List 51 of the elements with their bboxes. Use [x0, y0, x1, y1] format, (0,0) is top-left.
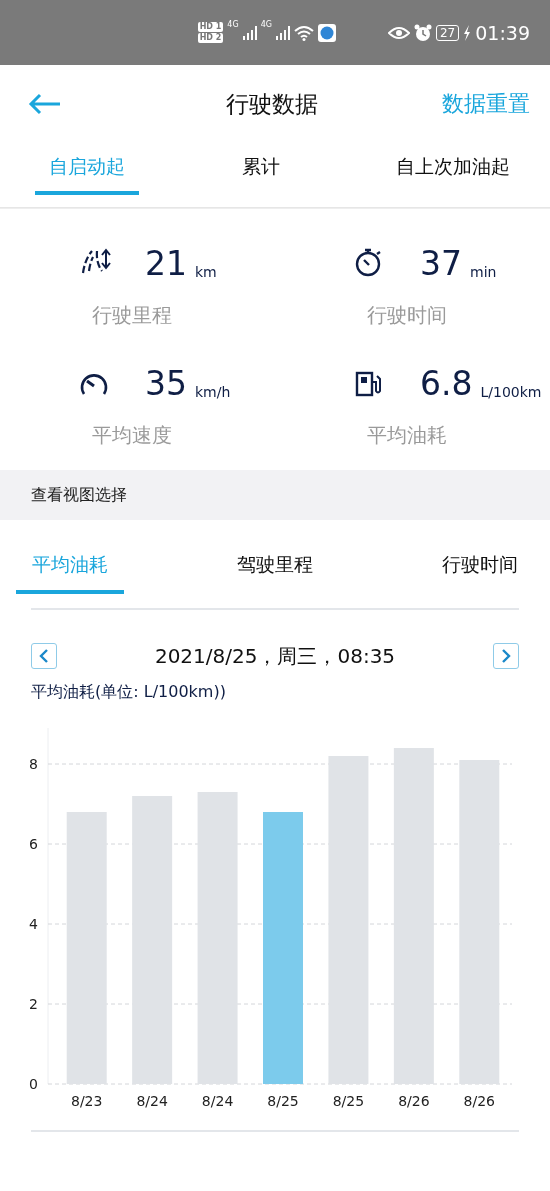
previous-button[interactable] — [31, 643, 57, 669]
axis-tick-label: 8/25 — [332, 1093, 365, 1109]
clock-time: 01:39 — [475, 21, 530, 44]
app-icon — [317, 23, 336, 42]
axis-tick-label: 2 — [29, 996, 38, 1012]
network-label: 4G — [260, 20, 272, 29]
signal-icon — [242, 25, 257, 40]
axis-tick-label: 8/24 — [136, 1093, 168, 1109]
back-arrow-icon — [28, 93, 62, 115]
stat-label: 行驶时间 — [366, 302, 448, 329]
stat-label: 行驶里程 — [91, 302, 173, 329]
stat-unit: L/100km — [480, 384, 542, 400]
chevron-left-icon — [39, 649, 49, 663]
battery-level: 27 — [435, 24, 460, 41]
date-label: 2021/8/25，周三，08:35 — [154, 642, 396, 670]
stat-unit: km — [195, 264, 217, 280]
tab[interactable]: 行驶时间 — [426, 540, 534, 594]
axis-tick-label: 0 — [29, 1076, 38, 1092]
stat-value: 37 — [420, 243, 462, 283]
section-title: 查看视图选择 — [31, 484, 127, 506]
eye-icon — [387, 25, 410, 40]
stat-label: 平均油耗 — [366, 422, 448, 449]
next-button[interactable] — [493, 643, 519, 669]
back-button[interactable] — [28, 93, 62, 115]
tab[interactable]: 自上次加油起 — [382, 143, 524, 195]
charging-icon — [463, 24, 472, 41]
axis-tick-label: 4 — [29, 916, 38, 932]
stat-value: 21 — [145, 243, 187, 283]
network-label: 4G — [227, 20, 239, 29]
stat-value: 35 — [145, 363, 187, 403]
sim-badge: HD 1 — [197, 22, 224, 32]
axis-tick-label: 8/25 — [267, 1093, 299, 1109]
stat-unit: km/h — [195, 384, 231, 400]
stat-unit: min — [470, 264, 497, 280]
axis-tick-label: 8/23 — [71, 1093, 103, 1109]
sim-badge: HD 2 — [197, 33, 224, 43]
chevron-right-icon — [501, 649, 511, 663]
tab[interactable]: 驾驶里程 — [221, 540, 329, 594]
wifi-icon — [293, 24, 314, 41]
chart-title: 平均油耗(单位: L/100km)) — [31, 682, 226, 701]
tab[interactable]: 累计 — [227, 143, 294, 195]
alarm-icon — [413, 23, 432, 42]
stat-label: 平均速度 — [91, 422, 173, 449]
axis-tick-label: 8/24 — [201, 1093, 234, 1109]
axis-tick-label: 8 — [29, 756, 38, 772]
axis-tick-label: 8/26 — [463, 1093, 495, 1109]
axis-tick-label: 8/26 — [398, 1093, 430, 1109]
axis-tick-label: 6 — [29, 836, 38, 852]
page-title: 行驶数据 — [226, 89, 318, 119]
stat-value: 6.8 — [420, 363, 473, 403]
signal-icon — [275, 25, 290, 40]
